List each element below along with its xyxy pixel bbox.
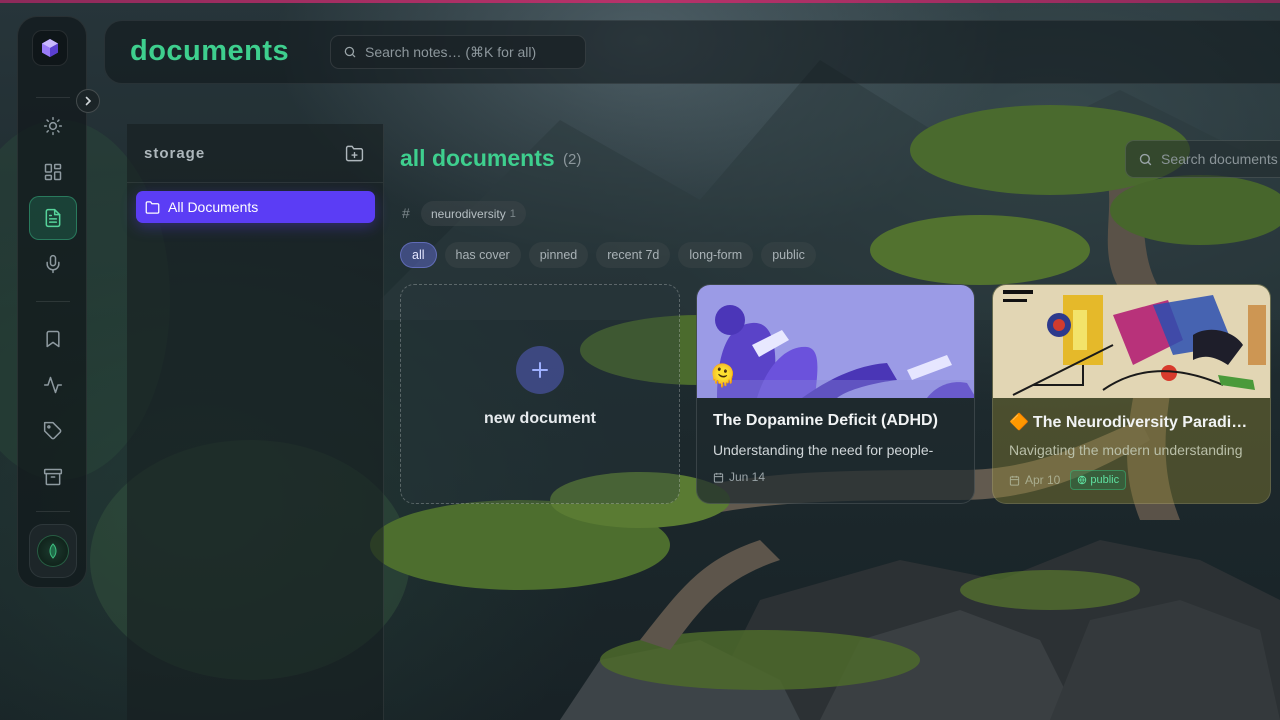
card-date: Apr 10 xyxy=(1009,473,1060,487)
card-excerpt: Navigating the modern understanding xyxy=(1009,442,1243,458)
new-document-label: new document xyxy=(483,410,596,427)
cube-logo-icon xyxy=(42,39,58,57)
activity-icon xyxy=(43,376,63,394)
rail-item-archive[interactable] xyxy=(29,455,77,499)
app-logo[interactable] xyxy=(32,30,68,66)
search-icon xyxy=(1139,153,1152,165)
folder-item-all-documents[interactable]: All Documents xyxy=(136,191,375,223)
hash-icon: # xyxy=(402,205,410,221)
bookmark-icon xyxy=(46,330,60,348)
card-title-text: The Neurodiversity Paradi… xyxy=(1032,414,1248,431)
filter-public[interactable]: public xyxy=(761,242,816,268)
folder-plus-icon xyxy=(345,145,363,161)
card-meta: Jun 14 xyxy=(713,470,765,484)
top-header: documents xyxy=(104,20,1280,84)
rail-divider xyxy=(36,97,70,98)
sun-icon xyxy=(43,116,63,136)
card-emoji: 🫠 xyxy=(709,363,737,388)
card-title: The Dopamine Deficit (ADHD) xyxy=(713,412,938,429)
card-cover-image xyxy=(993,285,1270,398)
card-date: Jun 14 xyxy=(713,470,765,484)
global-search[interactable] xyxy=(330,35,586,69)
storage-title: storage xyxy=(144,144,206,162)
card-excerpt: Understanding the need for people- xyxy=(713,442,934,458)
rail-divider xyxy=(36,511,70,512)
rail-item-documents[interactable] xyxy=(29,196,77,240)
public-badge: public xyxy=(1070,470,1127,490)
card-title: 🔶 The Neurodiversity Paradi… xyxy=(1009,412,1261,432)
rail-item-bookmark[interactable] xyxy=(29,317,77,361)
global-search-input[interactable] xyxy=(365,44,575,60)
calendar-icon xyxy=(1009,475,1020,486)
filter-long-form[interactable]: long-form xyxy=(678,242,754,268)
leaf-icon xyxy=(49,543,57,559)
filter-recent-7d[interactable]: recent 7d xyxy=(596,242,671,268)
filter-has-cover[interactable]: has cover xyxy=(444,242,521,268)
tag-label: neurodiversity xyxy=(431,206,506,221)
avatar xyxy=(37,535,69,567)
tag-count: 1 xyxy=(509,207,516,220)
documents-search-input[interactable] xyxy=(1161,151,1280,167)
page-title: documents xyxy=(130,35,290,67)
user-avatar-button[interactable] xyxy=(29,524,77,578)
globe-icon xyxy=(1078,475,1087,485)
rail-item-tag[interactable] xyxy=(29,409,77,453)
storage-panel: storage All Documents xyxy=(127,124,384,720)
microphone-icon xyxy=(46,254,60,274)
document-card[interactable]: 🔶 The Neurodiversity Paradi… Navigating t… xyxy=(992,284,1271,504)
filter-all[interactable]: all xyxy=(400,242,437,268)
archive-icon xyxy=(43,468,63,486)
card-cover-image xyxy=(697,285,974,398)
rail-divider xyxy=(36,301,70,302)
tag-icon xyxy=(43,421,62,440)
top-accent-bar xyxy=(0,0,1280,3)
plus-icon xyxy=(516,346,564,394)
card-meta: Apr 10 public xyxy=(1009,470,1127,490)
rail-item-sun[interactable] xyxy=(29,104,77,148)
public-badge-label: public xyxy=(1090,474,1120,486)
document-card[interactable]: 🫠 The Dopamine Deficit (ADHD) Understand… xyxy=(696,284,975,504)
documents-title: all documents xyxy=(400,145,555,171)
folder-label: All Documents xyxy=(168,199,259,215)
card-date-text: Apr 10 xyxy=(1025,473,1061,487)
filter-bar: all has cover pinned recent 7d long-form… xyxy=(400,242,816,268)
documents-count: (2) xyxy=(563,151,582,168)
rail-item-microphone[interactable] xyxy=(29,242,77,286)
tag-chip-neurodiversity[interactable]: neurodiversity 1 xyxy=(421,201,526,226)
filter-pinned[interactable]: pinned xyxy=(528,242,589,268)
card-emoji: 🔶 xyxy=(1009,414,1029,431)
dashboard-icon xyxy=(44,163,62,181)
rail-item-activity[interactable] xyxy=(29,363,77,407)
new-document-card[interactable]: new document xyxy=(400,284,680,504)
calendar-icon xyxy=(713,472,724,483)
new-folder-button[interactable] xyxy=(343,142,365,164)
documents-search[interactable] xyxy=(1125,140,1280,178)
chevron-right-icon xyxy=(85,96,92,106)
storage-header: storage xyxy=(127,124,383,183)
document-icon xyxy=(45,208,61,228)
rail-item-dashboard[interactable] xyxy=(29,150,77,194)
expand-sidebar-button[interactable] xyxy=(76,89,100,113)
search-icon xyxy=(344,46,356,58)
folder-icon xyxy=(145,200,160,214)
card-date-text: Jun 14 xyxy=(729,470,766,484)
